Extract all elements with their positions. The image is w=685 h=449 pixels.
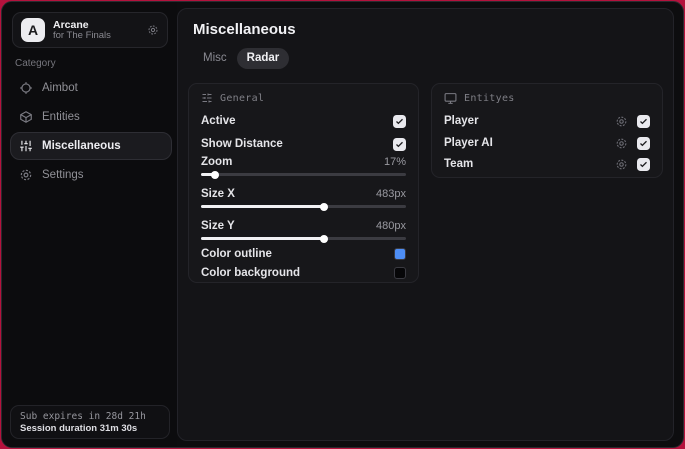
entities-card-title: Entityes	[464, 93, 515, 104]
size-x-label: Size X	[201, 188, 235, 200]
size-y-slider-fill	[201, 234, 328, 243]
entity-label: Player AI	[444, 137, 493, 149]
color-background-label: Color background	[201, 267, 301, 279]
show-distance-label: Show Distance	[201, 138, 283, 150]
size-y-slider-thumb[interactable]	[320, 234, 328, 243]
entity-label: Player	[444, 115, 479, 127]
zoom-slider[interactable]	[201, 170, 407, 179]
size-y-slider[interactable]	[201, 234, 407, 243]
check-icon	[396, 118, 403, 124]
size-y-value: 480px	[376, 220, 407, 232]
page-title: Miscellaneous	[193, 21, 296, 38]
sliders-icon	[19, 139, 33, 153]
show-distance-row: Show Distance	[201, 136, 407, 152]
zoom-value: 17%	[383, 156, 407, 168]
tab-radar[interactable]: Radar	[236, 48, 290, 69]
gear-icon	[19, 168, 33, 182]
cards-row: General Active Show Distance Zoom 17% Si…	[188, 83, 663, 283]
size-x-slider-fill	[201, 202, 328, 211]
tab-bar: Misc Radar	[193, 48, 663, 69]
zoom-row: Zoom 17%	[201, 154, 406, 170]
sidebar-item-settings[interactable]: Settings	[10, 161, 172, 189]
size-x-slider[interactable]	[201, 202, 407, 211]
color-background-row: Color background	[201, 265, 407, 281]
logo-card: A Arcane for The Finals	[12, 12, 168, 48]
sidebar-item-entities[interactable]: Entities	[10, 103, 172, 131]
zoom-slider-fill	[201, 170, 220, 179]
size-x-row: Size X 483px	[201, 186, 406, 202]
color-background-swatch[interactable]	[394, 267, 407, 279]
active-row: Active	[201, 113, 407, 129]
app-title: Arcane	[53, 18, 89, 31]
entity-row-team: Team	[444, 156, 650, 172]
entity-label: Team	[444, 158, 474, 170]
cube-icon	[19, 110, 33, 124]
sidebar-item-label: Aimbot	[42, 82, 78, 94]
general-card-title: General	[220, 92, 265, 104]
zoom-slider-thumb[interactable]	[211, 170, 220, 179]
tab-misc[interactable]: Misc	[193, 48, 237, 69]
active-checkbox[interactable]	[393, 114, 407, 128]
player-checkbox[interactable]	[637, 114, 650, 128]
color-outline-row: Color outline	[201, 246, 407, 262]
desktop-backdrop: A Arcane for The Finals Category Aimbot	[0, 0, 685, 449]
sidebar: A Arcane for The Finals Category Aimbot	[2, 2, 177, 447]
player-ai-checkbox[interactable]	[637, 136, 650, 150]
gear-icon[interactable]	[615, 158, 628, 171]
general-card: General Active Show Distance Zoom 17% Si…	[188, 83, 420, 283]
app-subtitle: for The Finals	[53, 29, 111, 41]
sub-expires-text: Sub expires in 28d 21h	[20, 410, 146, 422]
team-checkbox[interactable]	[637, 157, 650, 171]
sidebar-item-miscellaneous[interactable]: Miscellaneous	[10, 132, 172, 160]
entities-card: Entityes Player Player AI Team	[431, 83, 663, 178]
main-panel: Miscellaneous Misc Radar General Active	[177, 8, 674, 441]
monitor-icon	[444, 92, 457, 105]
app-logo: A	[21, 18, 45, 42]
sidebar-nav: Aimbot Entities Miscellaneous Settings	[10, 74, 172, 190]
sidebar-item-label: Settings	[42, 169, 84, 181]
entity-row-player: Player	[444, 113, 650, 129]
gear-icon[interactable]	[615, 115, 628, 128]
color-outline-label: Color outline	[201, 248, 272, 260]
check-icon	[396, 141, 403, 147]
color-outline-swatch[interactable]	[394, 248, 407, 260]
app-window: A Arcane for The Finals Category Aimbot	[1, 1, 684, 448]
check-icon	[640, 140, 647, 146]
size-y-row: Size Y 480px	[201, 218, 406, 234]
gear-icon[interactable]	[147, 24, 159, 36]
show-distance-checkbox[interactable]	[393, 137, 407, 151]
sliders-horizontal-icon	[201, 92, 213, 104]
entity-row-player-ai: Player AI	[444, 135, 650, 151]
size-x-slider-thumb[interactable]	[320, 202, 328, 211]
gear-icon[interactable]	[615, 137, 628, 150]
check-icon	[640, 118, 647, 124]
sidebar-item-aimbot[interactable]: Aimbot	[10, 74, 172, 102]
category-label: Category	[15, 58, 56, 69]
size-y-label: Size Y	[201, 220, 235, 232]
subscription-card: Sub expires in 28d 21h Session duration …	[10, 405, 170, 439]
sidebar-item-label: Entities	[42, 111, 80, 123]
crosshair-icon	[19, 81, 33, 95]
entities-card-header: Entityes	[444, 92, 515, 105]
check-icon	[640, 161, 647, 167]
active-label: Active	[201, 115, 236, 127]
logo-text: Arcane for The Finals	[53, 19, 147, 42]
zoom-label: Zoom	[201, 156, 233, 168]
size-x-value: 483px	[376, 188, 407, 200]
general-card-header: General	[201, 92, 264, 104]
sidebar-item-label: Miscellaneous	[42, 140, 121, 152]
session-duration-text: Session duration 31m 30s	[20, 422, 138, 434]
